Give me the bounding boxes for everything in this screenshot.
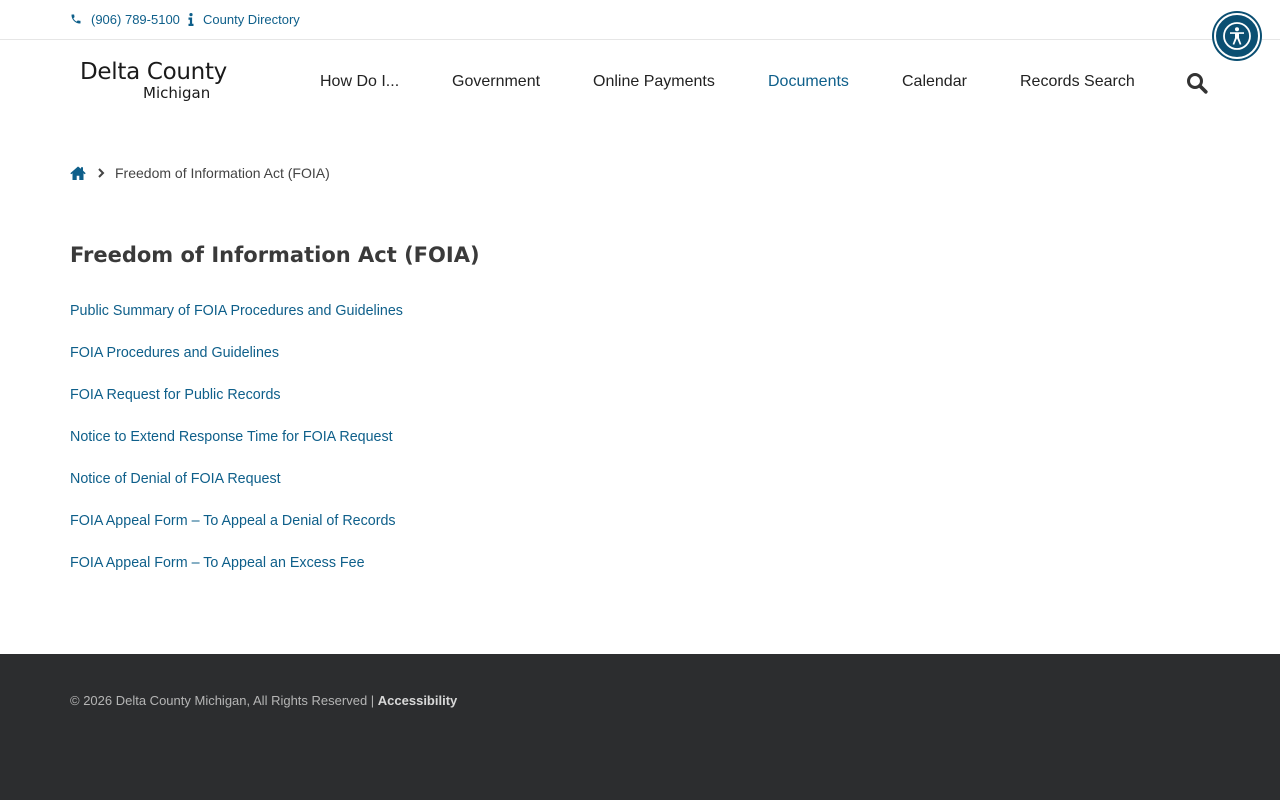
foia-link-extend-notice[interactable]: Notice to Extend Response Time for FOIA …: [70, 429, 393, 445]
foia-link-appeal-fee[interactable]: FOIA Appeal Form – To Appeal an Excess F…: [70, 555, 365, 571]
site-logo[interactable]: Delta County Michigan: [80, 59, 230, 102]
info-icon: [188, 12, 194, 26]
logo-line2: Michigan: [143, 84, 211, 102]
foia-link-denial-notice[interactable]: Notice of Denial of FOIA Request: [70, 471, 281, 487]
copyright-text: © 2026 Delta County Michigan, All Rights…: [70, 693, 378, 708]
footer-accessibility-link[interactable]: Accessibility: [378, 693, 458, 708]
phone-link[interactable]: (906) 789-5100: [70, 11, 180, 27]
nav-documents[interactable]: Documents: [768, 73, 849, 91]
logo-line1: Delta County: [80, 59, 227, 85]
list-item: FOIA Request for Public Records: [70, 386, 403, 428]
breadcrumb: Freedom of Information Act (FOIA): [70, 164, 330, 182]
nav-records-search[interactable]: Records Search: [1020, 73, 1135, 91]
foia-link-public-summary[interactable]: Public Summary of FOIA Procedures and Gu…: [70, 303, 403, 319]
phone-number: (906) 789-5100: [91, 11, 180, 27]
home-icon[interactable]: [70, 166, 86, 180]
footer-copyright: © 2026 Delta County Michigan, All Rights…: [70, 693, 457, 708]
site-footer: © 2026 Delta County Michigan, All Rights…: [0, 654, 1280, 800]
search-icon: [1187, 73, 1208, 94]
nav-calendar[interactable]: Calendar: [902, 73, 967, 91]
county-directory-label: County Directory: [203, 11, 300, 27]
top-utility-bar: (906) 789-5100 County Directory: [0, 0, 1280, 40]
foia-link-appeal-denial[interactable]: FOIA Appeal Form – To Appeal a Denial of…: [70, 513, 396, 529]
main-header: Delta County Michigan How Do I... Govern…: [0, 41, 1280, 125]
nav-how-do-i[interactable]: How Do I...: [320, 73, 399, 91]
nav-online-payments[interactable]: Online Payments: [593, 73, 715, 91]
phone-icon: [71, 14, 81, 24]
list-item: Notice of Denial of FOIA Request: [70, 470, 403, 512]
county-directory-link[interactable]: County Directory: [188, 11, 300, 27]
list-item: FOIA Appeal Form – To Appeal an Excess F…: [70, 554, 403, 596]
list-item: Notice to Extend Response Time for FOIA …: [70, 428, 403, 470]
foia-link-request[interactable]: FOIA Request for Public Records: [70, 387, 281, 403]
breadcrumb-current: Freedom of Information Act (FOIA): [115, 165, 330, 181]
foia-link-procedures[interactable]: FOIA Procedures and Guidelines: [70, 345, 279, 361]
nav-government[interactable]: Government: [452, 73, 540, 91]
foia-document-list: Public Summary of FOIA Procedures and Gu…: [70, 302, 403, 596]
chevron-right-icon: [98, 168, 105, 178]
list-item: Public Summary of FOIA Procedures and Gu…: [70, 302, 403, 344]
page-title: Freedom of Information Act (FOIA): [70, 243, 480, 267]
list-item: FOIA Appeal Form – To Appeal a Denial of…: [70, 512, 403, 554]
list-item: FOIA Procedures and Guidelines: [70, 344, 403, 386]
search-button[interactable]: [1186, 72, 1208, 99]
